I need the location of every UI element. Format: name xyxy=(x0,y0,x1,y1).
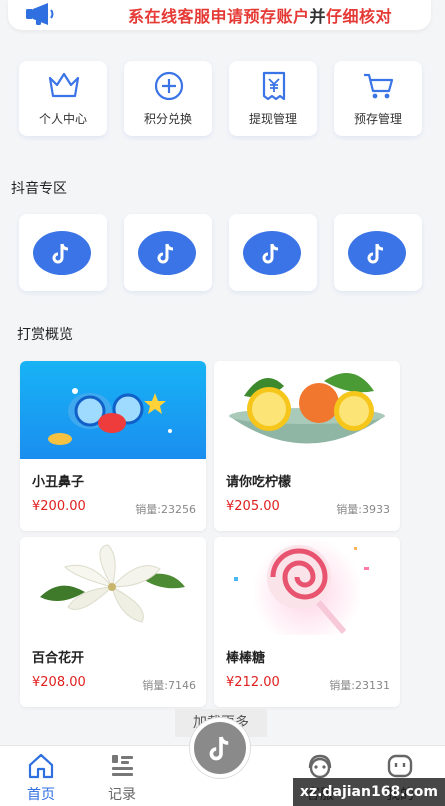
product-card[interactable]: 请你吃柠檬 ¥205.00 销量:3933 xyxy=(214,361,400,531)
product-name: 请你吃柠檬 xyxy=(226,475,292,490)
douyin-item[interactable] xyxy=(334,214,422,291)
douyin-item[interactable] xyxy=(229,214,317,291)
product-price: ¥212.00 xyxy=(226,675,280,690)
menu-personal-center[interactable]: 个人中心 xyxy=(19,61,107,136)
menu-points-exchange[interactable]: 积分兑换 xyxy=(124,61,212,136)
clown-nose-image xyxy=(20,361,206,459)
douyin-section-title: 抖音专区 xyxy=(11,181,67,197)
tiktok-icon xyxy=(209,736,229,761)
notice-bar: 系在线客服申请预存账户并仔细核对 xyxy=(8,0,431,30)
reward-section-title: 打赏概览 xyxy=(17,327,73,343)
lemon-bowl-image xyxy=(214,361,400,459)
tab-records[interactable]: 记录 xyxy=(92,746,152,806)
lollipop-image xyxy=(214,537,400,635)
crown-icon xyxy=(48,72,80,98)
product-card[interactable]: 棒棒糖 ¥212.00 销量:23131 xyxy=(214,537,400,707)
tab-label: 首页 xyxy=(27,787,55,803)
menu-label: 预存管理 xyxy=(353,112,402,126)
product-sales: 销量:3933 xyxy=(336,503,390,516)
douyin-item[interactable] xyxy=(124,214,212,291)
support-icon xyxy=(308,754,332,779)
product-name: 棒棒糖 xyxy=(226,651,266,666)
product-price: ¥200.00 xyxy=(32,499,86,514)
watermark: xz.dajian168.com xyxy=(293,778,445,806)
yuan-receipt-icon xyxy=(262,71,286,101)
home-icon xyxy=(28,753,54,779)
product-price: ¥208.00 xyxy=(32,675,86,690)
douyin-item[interactable] xyxy=(19,214,107,291)
tiktok-icon xyxy=(367,243,384,264)
list-icon xyxy=(112,755,133,776)
product-card[interactable]: 小丑鼻子 ¥200.00 销量:23256 xyxy=(20,361,206,531)
menu-label: 个人中心 xyxy=(38,112,87,126)
menu-label: 提现管理 xyxy=(248,112,297,126)
menu-withdraw[interactable]: 提现管理 xyxy=(229,61,317,136)
tiktok-icon xyxy=(52,243,69,264)
product-price: ¥205.00 xyxy=(226,499,280,514)
tiktok-icon xyxy=(157,243,174,264)
lily-flower-image xyxy=(20,537,206,635)
cart-icon xyxy=(364,73,394,99)
product-card[interactable]: 百合花开 ¥208.00 销量:7146 xyxy=(20,537,206,707)
plus-circle-icon xyxy=(154,71,184,101)
tab-home[interactable]: 首页 xyxy=(11,746,71,806)
product-sales: 销量:7146 xyxy=(142,679,196,692)
menu-prestore[interactable]: 预存管理 xyxy=(334,61,422,136)
product-sales: 销量:23131 xyxy=(329,679,390,692)
profile-icon xyxy=(387,754,413,778)
megaphone-icon xyxy=(26,3,54,25)
tab-label: 记录 xyxy=(108,787,136,803)
center-douyin-button[interactable] xyxy=(190,718,250,778)
product-name: 小丑鼻子 xyxy=(32,475,85,490)
notice-text: 系在线客服申请预存账户并仔细核对 xyxy=(128,7,393,26)
product-sales: 销量:23256 xyxy=(135,503,196,516)
menu-label: 积分兑换 xyxy=(143,112,192,126)
product-name: 百合花开 xyxy=(32,651,85,666)
tiktok-icon xyxy=(262,243,279,264)
